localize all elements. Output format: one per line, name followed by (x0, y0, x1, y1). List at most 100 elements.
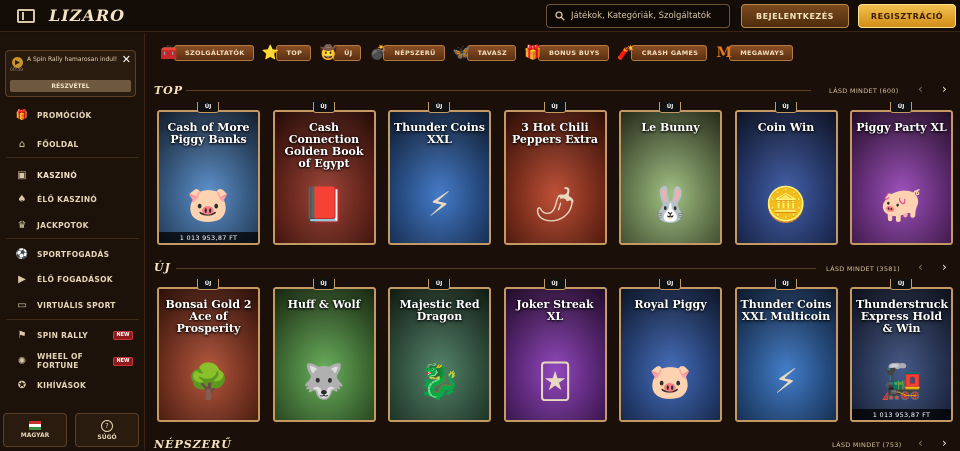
sidebar: A Spin Rally hamarosan indul! 00:49 ✕ RÉ… (0, 33, 145, 450)
join-button[interactable]: RÉSZVÉTEL (10, 80, 131, 92)
sidebar-item-jackpots[interactable]: ♛ JACKPOTOK (0, 216, 145, 234)
search-box[interactable] (546, 4, 730, 28)
section-title-popular: NÉPSZERŰ (154, 438, 232, 451)
new-game-tag: ÚJ (659, 279, 681, 290)
m-logo-icon: M (716, 45, 732, 61)
login-button[interactable]: BEJELENTKEZÉS (741, 4, 849, 28)
category-label: TAVASZ (466, 45, 516, 61)
category-crash-games[interactable]: 🧨 CRASH GAMES (615, 41, 708, 65)
search-icon (555, 11, 565, 21)
prev-arrow-icon[interactable]: ‹ (918, 82, 923, 96)
category-bonus-buys[interactable]: 🎁 BONUS BUYS (522, 41, 609, 65)
category-megaways[interactable]: M MEGAWAYS (713, 41, 794, 65)
prev-arrow-icon[interactable]: ‹ (918, 436, 923, 450)
game-card[interactable]: Bonsai Gold 2 Ace of Prosperity 🌳 (157, 287, 260, 422)
see-all-link-top[interactable]: LÁSD MINDET (600) (829, 87, 899, 95)
hungary-flag-icon (29, 421, 41, 430)
challenge-icon: ✪ (17, 379, 27, 391)
promo-banner: A Spin Rally hamarosan indul! 00:49 ✕ RÉ… (5, 50, 136, 97)
sidebar-item-label: WHEEL OF FORTUNE (37, 352, 84, 370)
new-badge: NEW (113, 330, 133, 340)
game-title: Le Bunny (641, 121, 700, 134)
sidebar-item-label: ÉLŐ KASZINÓ (37, 194, 98, 204)
sidebar-item-promotions[interactable]: 🎁 PROMÓCIÓK (0, 106, 145, 124)
cards-icon: ♠ (17, 193, 27, 205)
next-arrow-icon[interactable]: › (942, 436, 947, 450)
prev-arrow-icon[interactable]: ‹ (918, 260, 923, 274)
game-title: Huff & Wolf (287, 298, 361, 311)
see-all-link-popular[interactable]: LÁSD MINDET (753) (832, 441, 902, 449)
wheel-icon: ✺ (17, 355, 27, 367)
game-card[interactable]: Thunder Coins XXL ⚡ (388, 110, 491, 245)
game-card[interactable]: Majestic Red Dragon 🐉 (388, 287, 491, 422)
category-providers[interactable]: 🧰 SZOLGÁLTATÓK (158, 41, 254, 65)
game-artwork-icon: 🃏 (537, 362, 573, 402)
sidebar-item-home[interactable]: ⌂ FŐOLDAL (0, 135, 145, 153)
next-arrow-icon[interactable]: › (942, 260, 947, 274)
see-all-link-new[interactable]: LÁSD MINDET (3581) (826, 265, 900, 273)
category-label: CRASH GAMES (630, 45, 708, 61)
game-title: Cash Connection Golden Book of Egypt (284, 121, 364, 170)
help-button[interactable]: ? SÚGÓ (75, 413, 139, 447)
new-game-tag: ÚJ (428, 279, 450, 290)
game-card[interactable]: Huff & Wolf 🐺 (272, 287, 376, 422)
sidebar-toggle-icon[interactable] (17, 8, 35, 23)
category-popular[interactable]: 💣 NÉPSZERŰ (367, 41, 445, 65)
game-card[interactable]: Piggy Party XL 🐖 (850, 110, 953, 245)
promo-timer: 00:49 (10, 68, 23, 73)
category-top[interactable]: ⭐ TOP (260, 41, 312, 65)
category-label: NÉPSZERŰ (383, 45, 445, 61)
game-card[interactable]: Cash of More Piggy Banks 🐷 1 013 953,87 FT (157, 110, 260, 245)
close-icon[interactable]: ✕ (122, 53, 131, 66)
game-card[interactable]: Joker Streak XL 🃏 (503, 287, 607, 422)
jackpot-amount: 1 013 953,87 FT (852, 409, 951, 420)
game-card[interactable]: Coin Win 🪙 (734, 110, 838, 245)
game-card[interactable]: Thunderstruck Express Hold & Win 🚂 1 013 9… (850, 287, 953, 422)
game-artwork-icon: ⚡ (427, 185, 452, 225)
new-badge: NEW (113, 356, 133, 366)
sidebar-item-label: ÉLŐ FOGADÁSOK (37, 274, 113, 284)
sidebar-item-label: SPORTFOGADÁS (37, 249, 110, 259)
category-spring[interactable]: 🦋 TAVASZ (451, 41, 516, 65)
sidebar-item-challenges[interactable]: ✪ KIHÍVÁSOK (0, 376, 145, 394)
sidebar-item-label: FŐOLDAL (37, 139, 79, 149)
game-card[interactable]: Cash Connection Golden Book of Egypt 📕 (272, 110, 376, 245)
help-icon: ? (101, 419, 113, 432)
game-title: Bonsai Gold 2 Ace of Prosperity (165, 298, 252, 335)
sidebar-item-spin-rally[interactable]: ⚑ SPIN RALLY NEW (0, 326, 145, 344)
game-card[interactable]: Royal Piggy 🐷 (619, 287, 722, 422)
sidebar-item-virtual-sports[interactable]: ▭ VIRTUÁLIS SPORT (0, 296, 145, 314)
game-card[interactable]: Le Bunny 🐰 (619, 110, 722, 245)
category-new[interactable]: 🤠 ÚJ (317, 41, 362, 65)
site-logo[interactable]: LIZARO (49, 6, 125, 25)
top-bar: LIZARO BEJELENTKEZÉS REGISZTRÁCIÓ (0, 0, 960, 32)
slot-icon: ▣ (17, 169, 27, 181)
game-artwork-icon: ⚡ (774, 362, 798, 402)
game-title: 3 Hot Chili Peppers Extra (511, 121, 599, 146)
star-icon: ⭐ (261, 45, 280, 61)
game-card[interactable]: 3 Hot Chili Peppers Extra 🌶 (503, 110, 607, 245)
new-game-tag: ÚJ (312, 279, 335, 290)
sidebar-item-sports[interactable]: ⚽ SPORTFOGADÁS (0, 245, 145, 263)
football-icon: ⚽ (15, 248, 29, 260)
category-bar: 🧰 SZOLGÁLTATÓK ⭐ TOP 🤠 ÚJ 💣 NÉPSZERŰ 🦋 TAVASZ… (158, 41, 794, 65)
game-artwork-icon: 🐷 (187, 185, 230, 225)
register-button[interactable]: REGISZTRÁCIÓ (858, 4, 956, 28)
divider (6, 319, 139, 320)
language-button[interactable]: MAGYAR (3, 413, 67, 447)
search-input[interactable] (571, 11, 721, 21)
sidebar-item-wheel-of-fortune[interactable]: ✺ WHEEL OF FORTUNE NEW (0, 351, 145, 371)
jackpot-amount: 1 013 953,87 FT (159, 232, 258, 243)
bomb-icon: 💣 (369, 45, 388, 61)
promo-text: A Spin Rally hamarosan indul! (27, 56, 118, 63)
sidebar-item-label: KASZINÓ (37, 170, 77, 180)
new-game-tag: ÚJ (774, 279, 797, 290)
game-card[interactable]: Thunder Coins XXL Multicoin ⚡ (734, 287, 838, 422)
sidebar-item-live-casino[interactable]: ♠ ÉLŐ KASZINÓ (0, 190, 145, 208)
new-game-tag: ÚJ (774, 102, 797, 113)
sidebar-item-casino[interactable]: ▣ KASZINÓ (0, 166, 145, 184)
hat-icon: 🤠 (319, 45, 337, 61)
sidebar-item-live-betting[interactable]: ▶ ÉLŐ FOGADÁSOK (0, 270, 145, 288)
next-arrow-icon[interactable]: › (942, 82, 947, 96)
gift-box-icon: 🎁 (524, 45, 542, 61)
